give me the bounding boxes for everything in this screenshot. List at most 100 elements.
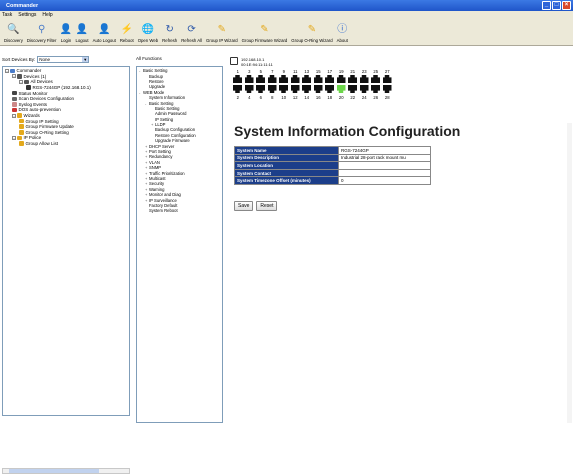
- expand-icon[interactable]: -: [12, 135, 16, 140]
- node-icon: [19, 141, 24, 146]
- port-5-icon[interactable]: [256, 75, 265, 83]
- tree-item-label: IP Police: [23, 135, 42, 141]
- port-2-icon[interactable]: [233, 85, 242, 93]
- reset-button[interactable]: Reset: [256, 201, 278, 211]
- sort-select[interactable]: None ▼: [37, 56, 90, 63]
- port-11-icon[interactable]: [290, 75, 300, 83]
- toolbar-about-button[interactable]: ⓘ About: [335, 19, 350, 45]
- tree-item[interactable]: Group Allow List: [5, 141, 127, 147]
- close-button[interactable]: ×: [562, 1, 571, 10]
- port-6-icon[interactable]: [256, 85, 265, 93]
- toolbar-open-web-button[interactable]: 🌐 Open Web: [136, 19, 160, 45]
- menu-item-settings[interactable]: Settings: [18, 12, 36, 18]
- toolbar-label: Logout: [75, 38, 89, 43]
- toolbar-label: Group O-Ring Wizard: [291, 38, 333, 43]
- expand-icon[interactable]: -: [12, 74, 16, 79]
- port-14-icon[interactable]: [302, 85, 311, 93]
- port-16-icon[interactable]: [313, 85, 323, 93]
- device-header: 192.168.10.1 00:1E:94:11:11:11: [230, 57, 273, 67]
- config-input[interactable]: [338, 168, 431, 178]
- port-25-icon[interactable]: [371, 75, 380, 83]
- port-13-icon[interactable]: [302, 75, 311, 83]
- port-27-icon[interactable]: [382, 75, 392, 83]
- toolbar-logout-button[interactable]: 👤 Logout: [73, 19, 90, 45]
- port-18-icon[interactable]: [325, 85, 334, 93]
- port-23-icon[interactable]: [359, 75, 369, 83]
- config-row: System Timezone Offset (minutes) 0: [234, 176, 431, 185]
- port-17-icon[interactable]: [325, 75, 334, 83]
- port-number: 1: [236, 69, 239, 74]
- toolbar-reboot-button[interactable]: ⚡ Reboot: [118, 19, 136, 45]
- function-item[interactable]: System Reboot: [139, 208, 220, 213]
- toolbar-group-o-ring-wizard-button[interactable]: ✎ Group O-Ring Wizard: [289, 19, 334, 45]
- toolbar-group-firmware-wizard-button[interactable]: ✎ Group Firmware Wizard: [240, 19, 290, 45]
- config-input[interactable]: [338, 161, 431, 170]
- port-24-icon[interactable]: [359, 85, 369, 93]
- function-item-label: Warning: [149, 186, 165, 192]
- toolbar-discovery-button[interactable]: 🔍 Discovery: [2, 19, 25, 45]
- node-icon: [26, 85, 31, 90]
- toolbar-refresh-button[interactable]: ↻ Refresh: [160, 19, 179, 45]
- port-22-icon[interactable]: [348, 85, 357, 93]
- tree-item-label: Status Monitor: [18, 90, 48, 96]
- port-28-icon[interactable]: [382, 85, 392, 93]
- node-icon: [12, 96, 17, 102]
- config-label: System Name: [234, 146, 339, 155]
- maximize-button[interactable]: □: [552, 1, 561, 10]
- port-number: 16: [315, 95, 321, 100]
- toolbar-label: Refresh All: [181, 38, 202, 43]
- toolbar-group-ip-wizard-button[interactable]: ✎ Group IP Wizard: [204, 19, 240, 45]
- config-table: System Name RGS-7244GP System Description I…: [234, 146, 431, 185]
- port-number: 4: [248, 95, 251, 100]
- port-12-icon[interactable]: [290, 85, 300, 93]
- scroll-thumb[interactable]: [9, 469, 99, 473]
- tree-item-label: Devices (1): [23, 73, 47, 79]
- expand-icon[interactable]: -: [12, 113, 16, 118]
- port-number: 15: [315, 69, 321, 74]
- menu-item-help[interactable]: Help: [42, 12, 52, 18]
- minimize-button[interactable]: _: [542, 1, 551, 10]
- port-9-icon[interactable]: [279, 75, 288, 83]
- vertical-scrollbar[interactable]: [567, 123, 572, 423]
- port-8-icon[interactable]: [267, 85, 277, 93]
- config-input[interactable]: RGS-7244GP: [338, 146, 431, 155]
- port-number: 28: [384, 95, 390, 100]
- port-19-icon[interactable]: [336, 75, 346, 83]
- login-icon: 👤: [59, 24, 73, 35]
- device-panel: Sort Devices By: None ▼ - Commander - Devic…: [0, 53, 134, 474]
- expand-icon[interactable]: -: [5, 68, 9, 73]
- tree-item-label: Group O-Ring Setting: [25, 129, 69, 135]
- port-1-icon[interactable]: [233, 75, 242, 83]
- port-3-icon[interactable]: [244, 75, 254, 83]
- port-4-icon[interactable]: [244, 85, 254, 93]
- port-20-icon[interactable]: [336, 85, 346, 93]
- port-10-icon[interactable]: [279, 85, 288, 93]
- config-input[interactable]: 0: [338, 176, 431, 185]
- refresh-icon: ↻: [165, 24, 174, 35]
- toolbar-label: Refresh: [162, 38, 178, 43]
- node-icon: [17, 74, 22, 79]
- magnifier-icon: 🔍: [7, 24, 20, 35]
- toolbar-login-button[interactable]: 👤 Login: [58, 19, 73, 45]
- function-item-label: Monitor and Diag: [149, 192, 181, 198]
- port-26-icon[interactable]: [371, 85, 380, 93]
- chevron-down-icon[interactable]: ▼: [82, 57, 89, 62]
- port-21-icon[interactable]: [348, 75, 357, 83]
- toolbar-auto-logout-button[interactable]: 👤 Auto Logout: [91, 19, 118, 45]
- tree-item-label: Syslog Events: [18, 101, 48, 107]
- open-web-icon: 🌐: [141, 24, 155, 35]
- toolbar-discovery-filter-button[interactable]: ⚲ Discovery Filter: [25, 19, 59, 45]
- port-15-icon[interactable]: [313, 75, 323, 83]
- horizontal-scrollbar[interactable]: [2, 468, 130, 474]
- node-icon: [19, 130, 24, 135]
- toolbar-refresh-all-button[interactable]: ⟳ Refresh All: [179, 19, 204, 45]
- port-number: 9: [282, 69, 285, 74]
- expand-icon[interactable]: -: [19, 79, 23, 84]
- filter-icon: ⚲: [38, 24, 46, 35]
- menu-item-task[interactable]: Task: [2, 12, 12, 18]
- port-7-icon[interactable]: [267, 75, 277, 83]
- port-number: 24: [361, 95, 367, 100]
- config-input[interactable]: Industrial 28-port rack mount mu: [338, 153, 431, 163]
- function-item-label: Basic Setting: [155, 105, 180, 111]
- save-button[interactable]: Save: [234, 201, 254, 211]
